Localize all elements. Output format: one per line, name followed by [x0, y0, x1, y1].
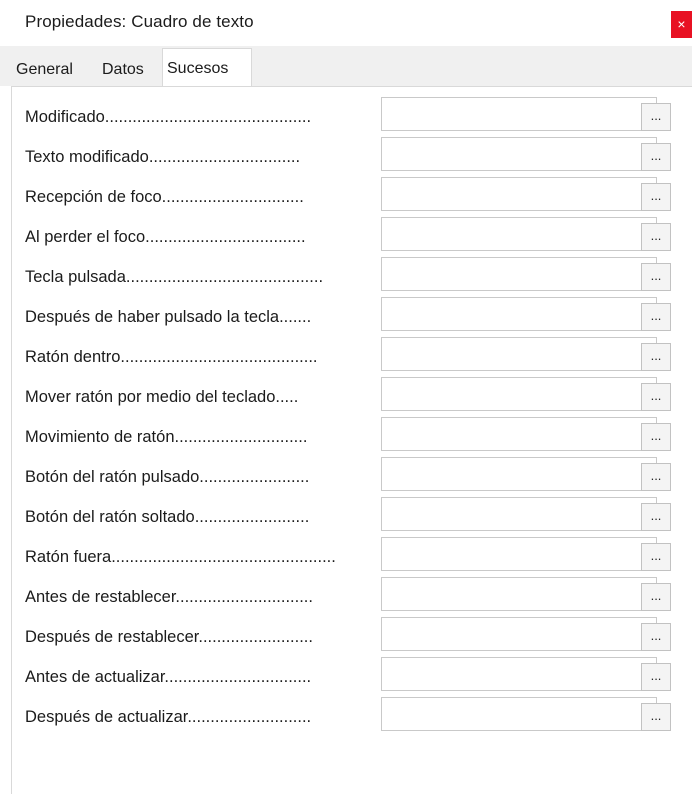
event-macro-field[interactable]	[381, 417, 657, 451]
event-label: Modificado..............................…	[25, 108, 312, 126]
event-row-despues-de-pulsar-tecla: Después de haber pulsado la tecla.......…	[25, 297, 685, 337]
event-label: Después de restablecer..................…	[25, 628, 313, 646]
assign-macro-button[interactable]: ...	[641, 303, 671, 331]
event-row-raton-dentro: Ratón dentro............................…	[25, 337, 685, 377]
assign-macro-button[interactable]: ...	[641, 663, 671, 691]
assign-macro-button[interactable]: ...	[641, 103, 671, 131]
event-label: Antes de actualizar.....................…	[25, 668, 312, 686]
event-macro-field[interactable]	[381, 457, 657, 491]
event-macro-field[interactable]	[381, 97, 657, 131]
event-macro-field[interactable]	[381, 257, 657, 291]
assign-macro-button[interactable]: ...	[641, 463, 671, 491]
assign-macro-button[interactable]: ...	[641, 703, 671, 731]
event-label: Antes de restablecer....................…	[25, 588, 313, 606]
assign-macro-button[interactable]: ...	[641, 263, 671, 291]
close-button[interactable]: ×	[671, 11, 692, 38]
events-list: Modificado..............................…	[25, 97, 685, 737]
event-row-raton-fuera: Ratón fuera.............................…	[25, 537, 685, 577]
event-macro-field[interactable]	[381, 657, 657, 691]
tab-general[interactable]: General	[16, 56, 73, 86]
event-macro-field[interactable]	[381, 697, 657, 731]
event-row-tecla-pulsada: Tecla pulsada...........................…	[25, 257, 685, 297]
assign-macro-button[interactable]: ...	[641, 583, 671, 611]
event-row-al-perder-el-foco: Al perder el foco.......................…	[25, 217, 685, 257]
assign-macro-button[interactable]: ...	[641, 183, 671, 211]
event-macro-field[interactable]	[381, 177, 657, 211]
event-macro-field[interactable]	[381, 497, 657, 531]
event-label: Mover ratón por medio del teclado.....	[25, 388, 299, 406]
event-macro-field[interactable]	[381, 297, 657, 331]
event-macro-field[interactable]	[381, 617, 657, 651]
event-label: Movimiento de ratón.....................…	[25, 428, 308, 446]
assign-macro-button[interactable]: ...	[641, 223, 671, 251]
event-row-texto-modificado: Texto modificado........................…	[25, 137, 685, 177]
event-row-despues-de-restablecer: Después de restablecer..................…	[25, 617, 685, 657]
event-row-antes-de-actualizar: Antes de actualizar.....................…	[25, 657, 685, 697]
event-row-boton-raton-pulsado: Botón del ratón pulsado.................…	[25, 457, 685, 497]
event-macro-field[interactable]	[381, 217, 657, 251]
tab-datos[interactable]: Datos	[102, 56, 144, 86]
event-label: Después de haber pulsado la tecla.......	[25, 308, 312, 326]
event-label: Recepción de foco.......................…	[25, 188, 304, 206]
assign-macro-button[interactable]: ...	[641, 143, 671, 171]
event-label: Tecla pulsada...........................…	[25, 268, 324, 286]
window-title: Propiedades: Cuadro de texto	[25, 12, 254, 31]
event-row-boton-raton-soltado: Botón del ratón soltado.................…	[25, 497, 685, 537]
event-macro-field[interactable]	[381, 377, 657, 411]
event-row-mover-raton-teclado: Mover ratón por medio del teclado..... .…	[25, 377, 685, 417]
assign-macro-button[interactable]: ...	[641, 343, 671, 371]
event-row-movimiento-de-raton: Movimiento de ratón.....................…	[25, 417, 685, 457]
close-icon: ×	[677, 16, 686, 32]
event-label: Al perder el foco.......................…	[25, 228, 306, 246]
assign-macro-button[interactable]: ...	[641, 383, 671, 411]
event-label: Texto modificado........................…	[25, 148, 301, 166]
title-bar: Propiedades: Cuadro de texto	[0, 0, 692, 46]
event-row-antes-de-restablecer: Antes de restablecer....................…	[25, 577, 685, 617]
event-macro-field[interactable]	[381, 537, 657, 571]
assign-macro-button[interactable]: ...	[641, 503, 671, 531]
event-label: Ratón dentro............................…	[25, 348, 318, 366]
event-label: Después de actualizar...................…	[25, 708, 312, 726]
event-row-despues-de-actualizar: Después de actualizar...................…	[25, 697, 685, 737]
event-macro-field[interactable]	[381, 577, 657, 611]
event-label: Botón del ratón soltado.................…	[25, 508, 310, 526]
assign-macro-button[interactable]: ...	[641, 543, 671, 571]
event-label: Ratón fuera.............................…	[25, 548, 336, 566]
assign-macro-button[interactable]: ...	[641, 423, 671, 451]
assign-macro-button[interactable]: ...	[641, 623, 671, 651]
event-macro-field[interactable]	[381, 137, 657, 171]
tab-sucesos[interactable]: Sucesos	[162, 48, 252, 88]
event-macro-field[interactable]	[381, 337, 657, 371]
event-row-recepcion-de-foco: Recepción de foco.......................…	[25, 177, 685, 217]
event-row-modificado: Modificado..............................…	[25, 97, 685, 137]
event-label: Botón del ratón pulsado.................…	[25, 468, 310, 486]
